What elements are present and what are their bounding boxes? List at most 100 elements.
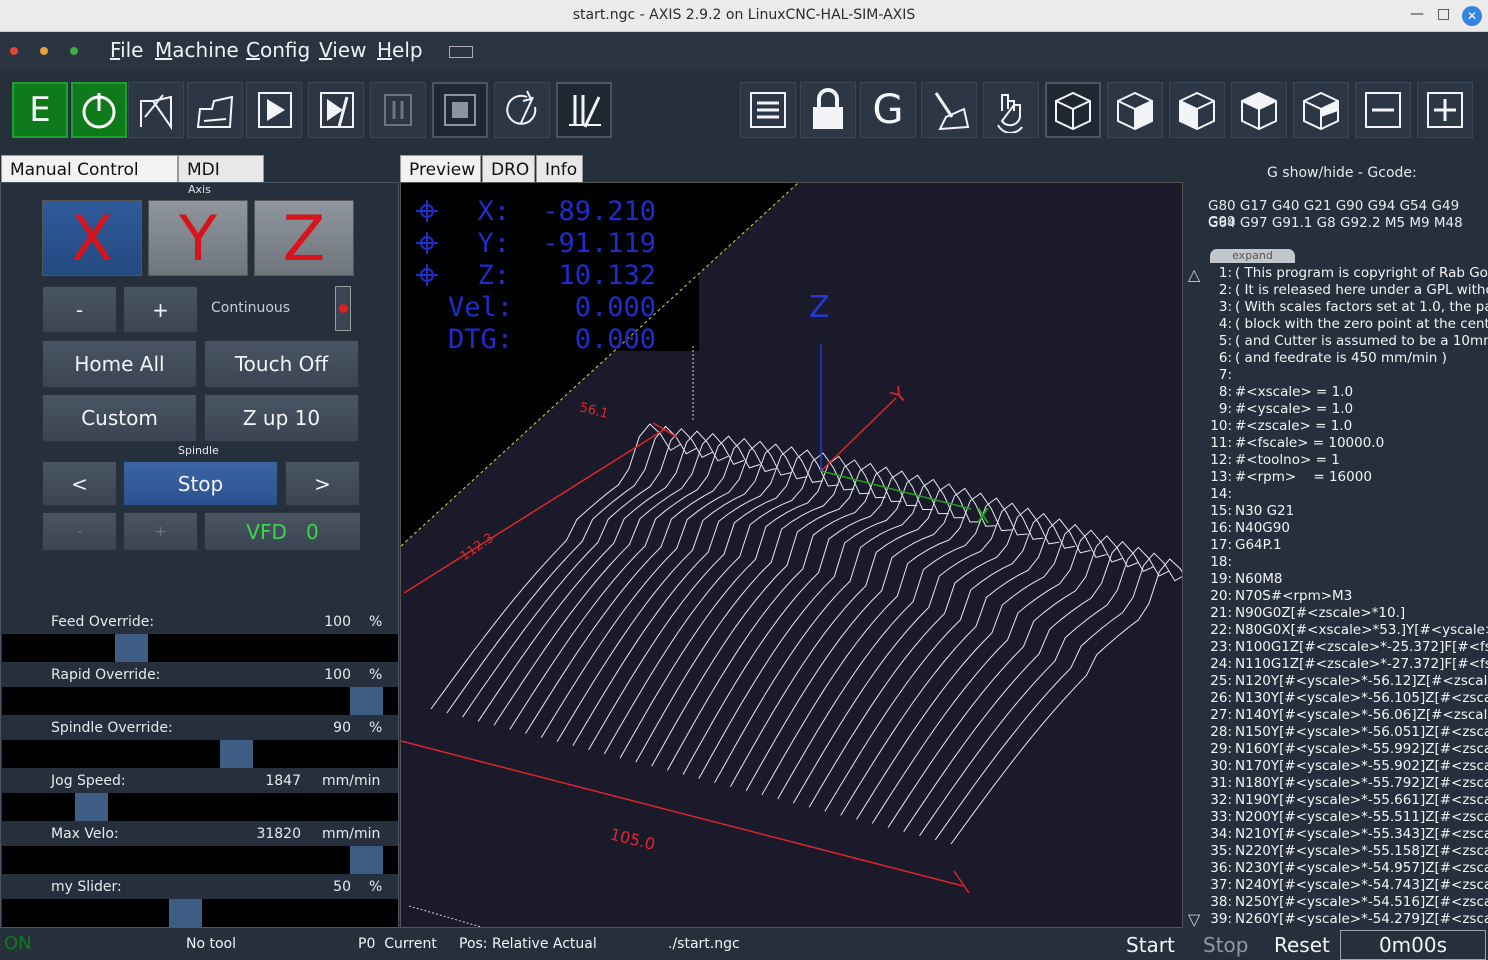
slider-track[interactable] — [2, 687, 398, 715]
step-button[interactable] — [308, 82, 364, 138]
tab-preview[interactable]: Preview — [400, 155, 481, 183]
slider-track[interactable] — [2, 846, 398, 874]
gcode-line[interactable]: 9: #<yscale> = 1.0 — [1208, 401, 1353, 417]
gcode-line[interactable]: 38: N250Y[#<yscale>*-54.516]Z[#<zscale — [1208, 894, 1488, 910]
view-z2-button[interactable] — [1293, 82, 1349, 138]
gcode-line[interactable]: 32: N190Y[#<yscale>*-55.661]Z[#<zscale — [1208, 792, 1488, 808]
gcode-line[interactable]: 39: N260Y[#<yscale>*-54.279]Z[#<zscale — [1208, 911, 1488, 927]
gcode-toggle-button[interactable]: G — [860, 82, 916, 138]
menu-machine[interactable]: Machine — [155, 38, 239, 62]
touch-off-button[interactable]: Touch Off — [204, 340, 359, 388]
gcode-line[interactable]: 1:( This program is copyright of Rab Go — [1208, 265, 1488, 281]
gcode-line[interactable]: 30: N170Y[#<yscale>*-55.902]Z[#<zscale — [1208, 758, 1488, 774]
expand-button[interactable]: expand — [1210, 249, 1295, 263]
menu-file[interactable]: File — [110, 38, 143, 62]
gcode-line[interactable]: 15: N30 G21 — [1208, 503, 1294, 519]
axis-z-button[interactable]: Z — [254, 200, 354, 276]
slider-track[interactable] — [2, 899, 398, 927]
gcode-line[interactable]: 22: N80G0X[#<xscale>*53.]Y[#<yscale>* — [1208, 622, 1488, 638]
scroll-up-icon[interactable]: △ — [1188, 265, 1200, 284]
axis-y-button[interactable]: Y — [148, 200, 248, 276]
jog-increment-select[interactable]: Continuous — [211, 300, 290, 316]
jog-minus-button[interactable]: - — [42, 286, 117, 333]
gcode-line[interactable]: 33: N200Y[#<yscale>*-55.511]Z[#<zscale — [1208, 809, 1488, 825]
spindle-reverse-button[interactable]: < — [42, 461, 117, 506]
gcode-line[interactable]: 36: N230Y[#<yscale>*-54.957]Z[#<zscale — [1208, 860, 1488, 876]
maximize-icon[interactable]: □ — [1437, 6, 1450, 22]
view-z-button[interactable] — [1231, 82, 1287, 138]
gcode-line[interactable]: 12: #<toolno> = 1 — [1208, 452, 1340, 468]
menu-help[interactable]: Help — [377, 38, 423, 62]
gcode-line[interactable]: 24: N110G1Z[#<zscale>*-27.372]F[#<fsca — [1208, 656, 1488, 672]
gcode-line[interactable]: 10: #<zscale> = 1.0 — [1208, 418, 1352, 434]
minimize-dot-icon[interactable] — [40, 47, 48, 55]
optional-stop-button[interactable] — [556, 82, 612, 138]
menu-config[interactable]: Config — [246, 38, 310, 62]
start-button[interactable]: Start — [1126, 933, 1175, 957]
estop-button[interactable]: E — [12, 82, 68, 138]
clear-backplot-button[interactable] — [921, 82, 977, 138]
slider-handle[interactable] — [75, 793, 108, 821]
reset-button[interactable]: Reset — [1274, 933, 1330, 957]
stop-program-button[interactable] — [432, 82, 488, 138]
axis-x-button[interactable]: X — [42, 200, 142, 276]
slider-handle[interactable] — [115, 634, 148, 662]
slider-track[interactable] — [2, 634, 398, 662]
gcode-line[interactable]: 2:( It is released here under a GPL with… — [1208, 282, 1488, 298]
gcode-line[interactable]: 27: N140Y[#<yscale>*-56.06]Z[#<zscale> — [1208, 707, 1488, 723]
gcode-line[interactable]: 31: N180Y[#<yscale>*-55.792]Z[#<zscale — [1208, 775, 1488, 791]
pause-button[interactable] — [370, 82, 426, 138]
tab-manual-control[interactable]: Manual Control [F3] — [1, 155, 178, 200]
scroll-down-icon[interactable]: ▽ — [1188, 910, 1200, 929]
increment-dropdown[interactable] — [335, 286, 351, 331]
spindle-slower-button[interactable]: - — [42, 512, 117, 551]
gcode-line[interactable]: 37: N240Y[#<yscale>*-54.743]Z[#<zscale — [1208, 877, 1488, 893]
gcode-line[interactable]: 17: G64P.1 — [1208, 537, 1281, 553]
gcode-line[interactable]: 21: N90G0Z[#<zscale>*10.] — [1208, 605, 1405, 621]
zoom-in-button[interactable] — [1417, 82, 1473, 138]
tab-mdi[interactable]: MDI [F5] — [178, 155, 264, 200]
tab-info[interactable]: Info — [536, 155, 583, 183]
gcode-line[interactable]: 16: N40G90 — [1208, 520, 1290, 536]
view-x-button[interactable] — [1107, 82, 1163, 138]
gcode-line[interactable]: 14: — [1208, 486, 1235, 502]
power-button[interactable] — [71, 82, 127, 138]
home-all-button[interactable]: Home All — [42, 340, 197, 388]
stop-button[interactable]: Stop — [1203, 933, 1248, 957]
gcode-line[interactable]: 6:( and feedrate is 450 mm/min ) — [1208, 350, 1447, 366]
gcode-line[interactable]: 3:( With scales factors set at 1.0, the … — [1208, 299, 1488, 315]
gcode-line[interactable]: 8: #<xscale> = 1.0 — [1208, 384, 1353, 400]
run-from-line-button[interactable] — [494, 82, 550, 138]
zoom-out-button[interactable] — [1355, 82, 1411, 138]
gcode-line[interactable]: 20: N70S#<rpm>M3 — [1208, 588, 1352, 604]
zoom-dot-icon[interactable] — [70, 47, 78, 55]
gcode-line[interactable]: 28: N150Y[#<yscale>*-56.051]Z[#<zscale — [1208, 724, 1488, 740]
gcode-line[interactable]: 4:( block with the zero point at the cen… — [1208, 316, 1488, 332]
view-y-button[interactable] — [1169, 82, 1225, 138]
gcode-line[interactable]: 11: #<fscale> = 10000.0 — [1208, 435, 1384, 451]
slider-handle[interactable] — [350, 846, 383, 874]
spindle-faster-button[interactable]: + — [123, 512, 198, 551]
gcode-line[interactable]: 25: N120Y[#<yscale>*-56.12]Z[#<zscale> — [1208, 673, 1488, 689]
gcode-line[interactable]: 34: N210Y[#<yscale>*-55.343]Z[#<zscale — [1208, 826, 1488, 842]
gcode-line[interactable]: 13: #<rpm> = 16000 — [1208, 469, 1372, 485]
custom-button[interactable]: Custom — [42, 394, 197, 442]
rotate-view-button[interactable] — [983, 82, 1039, 138]
gcode-line[interactable]: 26: N130Y[#<yscale>*-56.105]Z[#<zscale — [1208, 690, 1488, 706]
spindle-forward-button[interactable]: > — [285, 461, 360, 506]
menu-view[interactable]: View — [319, 38, 366, 62]
run-button[interactable] — [246, 82, 302, 138]
gcode-line[interactable]: 7: — [1208, 367, 1235, 383]
spindle-stop-button[interactable]: Stop — [123, 461, 278, 506]
jog-plus-button[interactable]: + — [123, 286, 198, 333]
reload-file-button[interactable] — [187, 82, 243, 138]
toggle-panel-button[interactable] — [740, 82, 796, 138]
toolpath-preview[interactable]: Z Y X 56.1 112.3 105.0 — [400, 182, 1183, 928]
slider-track[interactable] — [2, 740, 398, 768]
gcode-line[interactable]: 35: N220Y[#<yscale>*-55.158]Z[#<zscale — [1208, 843, 1488, 859]
slider-handle[interactable] — [350, 687, 383, 715]
open-file-button[interactable] — [128, 82, 184, 138]
gcode-line[interactable]: 18: — [1208, 554, 1235, 570]
lock-button[interactable] — [800, 82, 856, 138]
slider-track[interactable] — [2, 793, 398, 821]
